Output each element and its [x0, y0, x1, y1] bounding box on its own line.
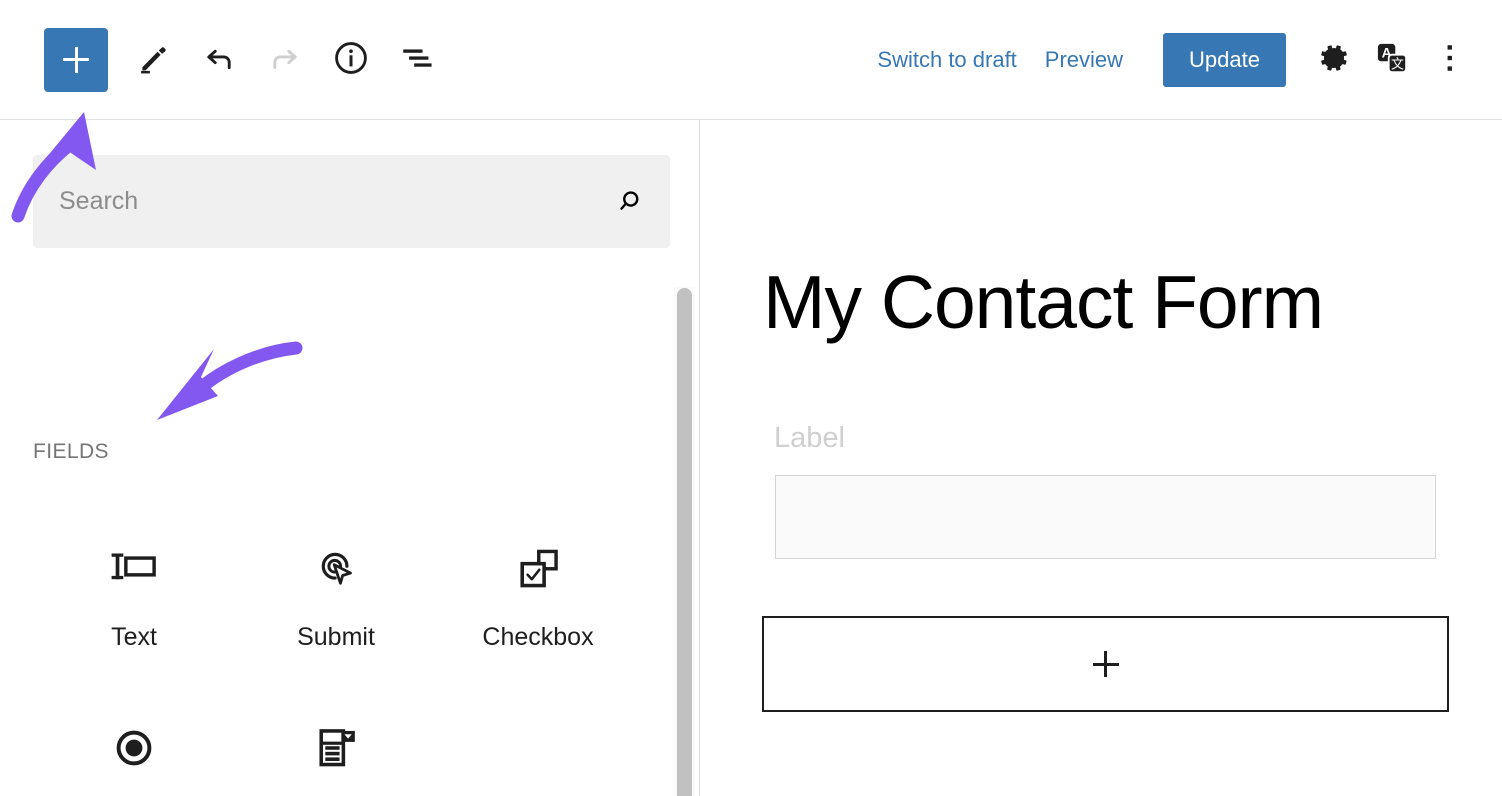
update-button[interactable]: Update — [1163, 32, 1286, 87]
inserter-scrollbar-thumb[interactable] — [677, 288, 692, 796]
details-button[interactable] — [330, 39, 372, 81]
block-item-label: Text — [111, 623, 157, 651]
edit-tool-button[interactable] — [132, 39, 174, 81]
cursor-click-icon — [305, 537, 367, 599]
block-item-radio[interactable]: Radio — [33, 695, 235, 796]
block-item-submit[interactable]: Submit — [235, 515, 437, 695]
text-field-icon — [103, 537, 165, 599]
more-options-button[interactable] — [1426, 36, 1474, 84]
block-editor-screen: Switch to draft Preview Update A 文 Searc… — [0, 0, 1502, 796]
translate-icon: A 文 — [1374, 40, 1410, 79]
plus-icon — [1092, 651, 1119, 677]
plus-icon — [63, 46, 89, 73]
editor-header: Switch to draft Preview Update A 文 — [0, 0, 1502, 120]
pencil-icon — [136, 41, 170, 78]
block-item-label: Submit — [297, 623, 375, 651]
editor-canvas: My Contact Form Label — [701, 120, 1502, 796]
add-block-toggle-button[interactable] — [44, 27, 108, 92]
block-item-label: Checkbox — [482, 623, 594, 651]
header-right-toolbar: Switch to draft Preview Update A 文 — [863, 0, 1502, 119]
block-inserter-panel: FIELDS Text — [0, 120, 700, 796]
block-type-grid: Text Submit Checkbox — [33, 515, 653, 796]
search-input[interactable] — [33, 155, 670, 248]
switch-to-draft-button[interactable]: Switch to draft — [863, 37, 1030, 83]
form-text-input[interactable] — [775, 475, 1436, 559]
list-view-icon — [398, 39, 436, 80]
preview-button[interactable]: Preview — [1031, 37, 1137, 83]
list-view-button[interactable] — [396, 39, 438, 81]
add-block-placeholder-button[interactable] — [762, 616, 1449, 712]
checkbox-icon — [507, 537, 569, 599]
block-item-text[interactable]: Text — [33, 515, 235, 695]
redo-arrow-icon — [267, 40, 303, 79]
fields-section-label: FIELDS — [33, 440, 109, 463]
svg-text:文: 文 — [1391, 57, 1404, 72]
settings-button[interactable] — [1310, 36, 1358, 84]
redo-button[interactable] — [264, 39, 306, 81]
radio-button-icon — [103, 717, 165, 779]
translate-button[interactable]: A 文 — [1368, 36, 1416, 84]
page-title[interactable]: My Contact Form — [763, 265, 1324, 340]
dropdown-icon — [305, 717, 367, 779]
info-circle-icon — [332, 39, 370, 80]
header-left-toolbar — [0, 0, 438, 119]
undo-button[interactable] — [198, 39, 240, 81]
undo-arrow-icon — [201, 40, 237, 79]
block-item-dropdown[interactable]: Dropdown — [235, 695, 437, 796]
block-item-checkbox[interactable]: Checkbox — [437, 515, 639, 695]
gear-icon — [1317, 41, 1351, 78]
form-field-label[interactable]: Label — [774, 422, 845, 455]
vertical-dots-icon — [1435, 41, 1465, 78]
search-field-wrapper — [33, 155, 670, 248]
